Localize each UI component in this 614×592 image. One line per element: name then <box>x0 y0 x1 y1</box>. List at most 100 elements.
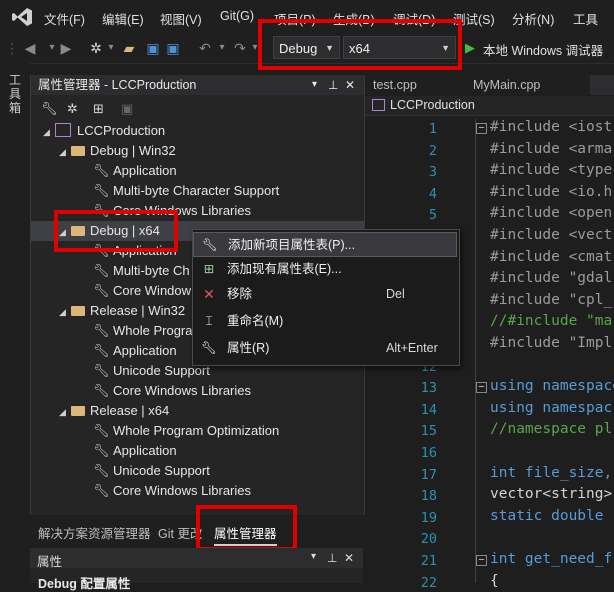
tab-git-changes[interactable]: Git 更改 <box>158 523 202 542</box>
expand-caret-icon[interactable]: ◢ <box>43 122 55 142</box>
menu-project[interactable]: 项目(P) <box>274 9 316 28</box>
tree-item-sheet[interactable]: 🔧︎ Multi-byte Ch <box>93 261 190 281</box>
open-folder-icon[interactable]: ▰ <box>121 40 137 56</box>
save-sheet-icon[interactable]: ▣ <box>121 101 133 117</box>
undo-icon[interactable]: ↶ <box>197 40 213 56</box>
new-dropdown-icon[interactable]: ▾ <box>103 40 119 56</box>
tree-item-sheet[interactable]: 🔧︎ Multi-byte Character Support <box>93 181 279 201</box>
tree-item-debug-x64[interactable]: ◢ Debug | x64 <box>59 221 160 241</box>
tree-item-label: Whole Progra <box>113 323 193 338</box>
panel-dropdown-icon[interactable]: ▾ <box>311 551 316 562</box>
toolbox-side-tab[interactable]: 工具箱 <box>0 63 30 583</box>
tree-item-release-win32[interactable]: ◢ Release | Win32 <box>59 301 185 321</box>
collapse-icon[interactable]: − <box>476 123 487 134</box>
line-number: 18 <box>420 488 437 505</box>
tab-solution-explorer[interactable]: 解决方案资源管理器 <box>38 523 151 542</box>
line-number: 21 <box>420 553 437 569</box>
close-icon[interactable]: ✕ <box>344 551 354 565</box>
tree-item-debug-win32[interactable]: ◢ Debug | Win32 <box>59 141 176 161</box>
menu-test[interactable]: 测试(S) <box>453 9 495 28</box>
tree-item-label: Release | Win32 <box>90 303 186 318</box>
tree-item-label: Multi-byte Character Support <box>113 183 280 198</box>
tree-item-label: Application <box>113 243 177 258</box>
tree-item-label: LCCProduction <box>77 123 166 138</box>
wrench-icon[interactable]: 🔧︎ <box>41 101 58 117</box>
save-icon[interactable]: ▣ <box>145 40 161 56</box>
start-debug-icon[interactable]: ▶ <box>462 40 478 56</box>
project-icon <box>372 99 385 111</box>
tree-item-sheet[interactable]: 🔧︎ Application <box>93 161 177 181</box>
menu-analyze[interactable]: 分析(N) <box>512 9 554 28</box>
context-item-properties[interactable]: 🔧︎ 属性(R) Alt+Enter <box>193 336 457 361</box>
pin-icon[interactable]: ⊥ <box>328 75 338 95</box>
folder-icon <box>71 306 85 316</box>
expand-caret-icon[interactable]: ◢ <box>59 302 71 322</box>
panel-dropdown-icon[interactable]: ▾ <box>312 75 317 95</box>
forward-icon[interactable]: ▶ <box>58 40 74 56</box>
run-target-label[interactable]: 本地 Windows 调试器 <box>483 40 603 59</box>
toolbox-label: 工具箱 <box>9 73 22 115</box>
tree-item-sheet[interactable]: 🔧︎ Unicode Support <box>93 461 210 481</box>
visual-studio-logo-icon[interactable] <box>11 7 33 27</box>
undo-dropdown-icon[interactable]: ▾ <box>214 40 230 56</box>
tree-item-sheet[interactable]: 🔧︎ Core Windows Libraries <box>93 481 251 501</box>
collapse-icon[interactable]: − <box>476 555 487 566</box>
redo-dropdown-icon[interactable]: ▾ <box>247 40 263 56</box>
line-number: 3 <box>428 164 437 181</box>
expand-caret-icon[interactable]: ◢ <box>59 142 71 162</box>
tree-item-sheet[interactable]: 🔧︎ Application <box>93 441 177 461</box>
rename-icon: ⌶ <box>205 314 213 328</box>
tree-item-sheet[interactable]: 🔧︎ Core Windows Libraries <box>93 381 251 401</box>
scope-bar[interactable]: LCCProduction <box>365 96 614 116</box>
add-existing-sheet-icon[interactable]: ⊞ <box>93 101 104 117</box>
tree-item-label: Whole Program Optimization <box>113 423 280 438</box>
expand-caret-icon[interactable]: ◢ <box>59 402 71 422</box>
tree-item-sheet[interactable]: 🔧︎ Application <box>93 341 177 361</box>
folder-icon <box>71 406 85 416</box>
menu-build[interactable]: 生成(B) <box>333 9 375 28</box>
context-item-add-existing-sheet[interactable]: ⊞ 添加现有属性表(E)... <box>193 257 457 282</box>
add-new-sheet-icon[interactable]: ✲ <box>67 101 78 117</box>
code-line: #include <open <box>490 205 613 222</box>
tree-item-label: Core Windows Libraries <box>113 483 251 498</box>
context-item-rename[interactable]: ⌶ 重命名(M) <box>193 309 457 334</box>
menu-edit[interactable]: 编辑(E) <box>102 9 144 28</box>
code-line: //namespace pl <box>490 421 613 438</box>
menu-debug[interactable]: 调试(D) <box>393 9 435 28</box>
tree-item-sheet[interactable]: 🔧︎ Whole Program Optimization <box>93 421 279 441</box>
menu-tools[interactable]: 工具 <box>573 9 598 28</box>
wrench-icon: 🔧︎ <box>93 383 110 398</box>
expand-caret-icon[interactable]: ◢ <box>59 222 71 242</box>
back-icon[interactable]: ◀ <box>22 40 38 56</box>
tree-item-release-x64[interactable]: ◢ Release | x64 <box>59 401 169 421</box>
add-existing-icon: ⊞ <box>203 262 215 276</box>
menu-git[interactable]: Git(G) <box>220 9 254 23</box>
context-item-label: 属性(R) <box>227 341 270 355</box>
tree-item-sheet[interactable]: 🔧︎ Application <box>93 241 177 261</box>
tab-mymain-cpp[interactable]: MyMain.cpp <box>467 75 546 95</box>
tree-item-sheet[interactable]: 🔧︎ Core Windows Libraries <box>93 201 251 221</box>
context-item-add-new-sheet[interactable]: 🔧︎ 添加新项目属性表(P)... <box>193 232 457 257</box>
platform-select[interactable]: x64 ▼ <box>343 36 456 59</box>
save-all-icon[interactable]: ▣ <box>165 40 181 56</box>
code-line: #include <io.h <box>490 183 613 200</box>
new-project-icon[interactable]: ✲ <box>88 40 104 56</box>
context-item-remove[interactable]: ✕ 移除 Del <box>193 282 457 307</box>
close-icon[interactable]: ✕ <box>345 75 355 95</box>
tab-property-manager[interactable]: 属性管理器 <box>214 523 277 546</box>
pin-icon[interactable]: ⊥ <box>327 551 337 565</box>
tab-test-cpp[interactable]: test.cpp <box>367 75 423 95</box>
context-item-label: 重命名(M) <box>227 314 284 328</box>
collapse-icon[interactable]: − <box>476 382 487 393</box>
tab-overflow[interactable] <box>590 75 614 95</box>
menu-file[interactable]: 文件(F) <box>44 9 85 28</box>
menu-view[interactable]: 视图(V) <box>160 9 202 28</box>
panel-title-bar: 属性管理器 - LCCProduction ▾ ⊥ ✕ <box>31 75 364 95</box>
tree-item-sheet[interactable]: 🔧︎ Core Window <box>93 281 191 301</box>
tree-item-project[interactable]: ◢ LCCProduction <box>43 121 165 141</box>
redo-icon[interactable]: ↷ <box>232 40 248 56</box>
tree-item-sheet[interactable]: 🔧︎ Whole Progra <box>93 321 192 341</box>
code-line: #include <cmat <box>490 248 613 265</box>
config-select[interactable]: Debug ▼ <box>273 36 340 59</box>
wrench-icon: 🔧︎ <box>93 263 110 278</box>
